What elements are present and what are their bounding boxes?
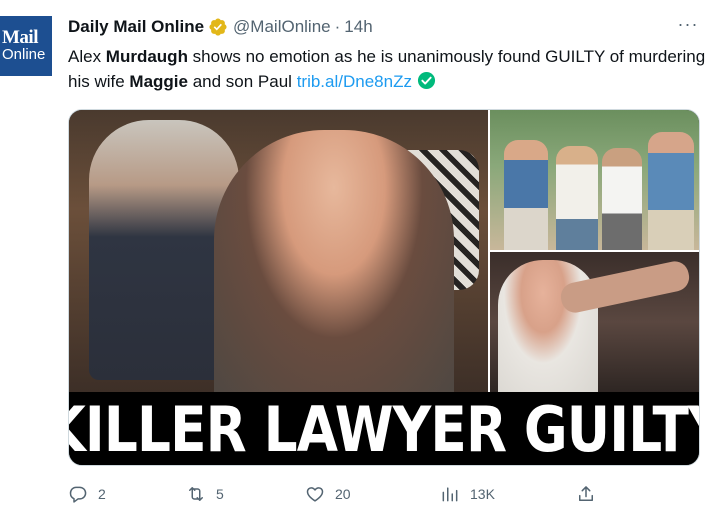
tweet-text-bold: Maggie <box>129 72 188 91</box>
avatar-logo-line1: Mail <box>2 27 39 48</box>
tweet-text-part: Alex <box>68 47 106 66</box>
headline-banner: KILLER LAWYER GUILTY <box>68 392 700 466</box>
courtroom-photo[interactable] <box>69 110 488 392</box>
views-icon <box>442 487 458 502</box>
retweet-button[interactable]: 5 <box>186 482 224 506</box>
verified-badge-icon[interactable] <box>208 17 228 37</box>
more-icon[interactable]: ··· <box>676 14 700 38</box>
retweet-count: 5 <box>216 486 224 502</box>
author-handle[interactable]: @MailOnline <box>233 17 331 37</box>
author-name[interactable]: Daily Mail Online <box>68 17 204 37</box>
timestamp[interactable]: 14h <box>344 17 372 37</box>
separator-dot: · <box>334 17 341 36</box>
avatar[interactable]: Mail Online <box>0 16 52 76</box>
views-button[interactable]: 13K <box>440 482 495 506</box>
like-button[interactable]: 20 <box>305 482 351 506</box>
photo-figure <box>504 140 548 250</box>
photo-figure <box>648 132 694 250</box>
retweet-icon <box>189 487 203 501</box>
views-count: 13K <box>470 486 495 502</box>
reply-count: 2 <box>98 486 106 502</box>
emotional-photo[interactable] <box>490 252 699 392</box>
tweet-text-part: and son Paul <box>187 72 297 91</box>
tweet-link[interactable]: trib.al/Dne8nZz <box>297 72 412 91</box>
reply-icon <box>69 486 87 503</box>
share-icon <box>579 486 593 501</box>
tweet[interactable]: Mail Online Daily Mail Online @MailOnlin… <box>0 0 720 516</box>
like-icon <box>306 487 324 502</box>
tweet-header: Daily Mail Online @MailOnline · 14h <box>68 16 373 38</box>
share-button[interactable] <box>576 482 606 506</box>
headline-text: KILLER LAWYER GUILTY <box>68 392 700 466</box>
avatar-logo-line2: Online <box>2 46 46 63</box>
reply-button[interactable]: 2 <box>68 482 106 506</box>
photo-figure <box>602 148 642 250</box>
photo-figure <box>556 146 598 250</box>
tweet-media[interactable]: KILLER LAWYER GUILTY <box>68 109 700 466</box>
check-icon <box>417 71 436 90</box>
family-photo[interactable] <box>490 110 699 250</box>
photo-figure <box>214 130 454 392</box>
tweet-text-bold: Murdaugh <box>105 47 188 66</box>
like-count: 20 <box>335 486 351 502</box>
action-bar: 2 5 20 13K <box>60 482 610 506</box>
tweet-text: Alex Murdaugh shows no emotion as he is … <box>68 44 708 94</box>
